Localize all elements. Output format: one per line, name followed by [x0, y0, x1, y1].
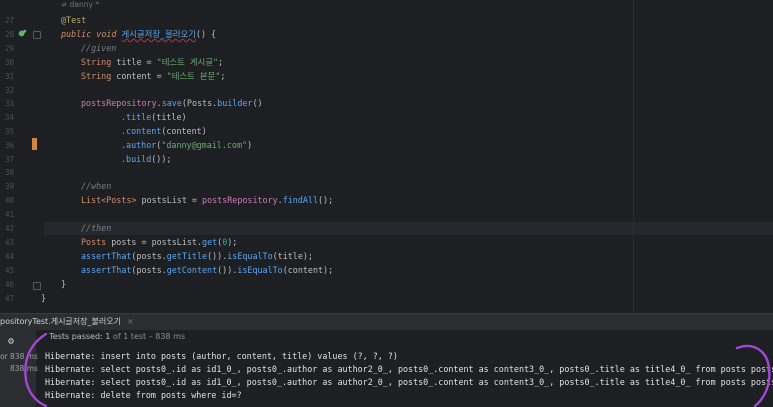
- code-line-28: public void 게시글저장_불러오기() {: [61, 29, 217, 39]
- line-number: 34: [4, 113, 14, 122]
- line-number: 37: [4, 155, 14, 164]
- run-test-icon[interactable]: [18, 29, 27, 38]
- line-number: 47: [4, 294, 14, 303]
- line-number: 46: [4, 280, 14, 289]
- code-line-46: }: [61, 279, 67, 289]
- change-marker: [32, 138, 37, 150]
- line-number: 33: [4, 99, 14, 108]
- code-line-37: .build());: [121, 154, 172, 164]
- line-number: 40: [4, 196, 14, 205]
- code-line-42: //then: [81, 223, 112, 233]
- line-number: 42: [4, 224, 14, 233]
- gear-icon[interactable]: ⚙: [8, 336, 14, 347]
- run-tab[interactable]: positoryTest.게시글저장_불러오기 ×: [0, 316, 134, 327]
- code-line-36: .author("danny@gmail.com"): [121, 140, 253, 150]
- code-line-45: assertThat(posts.getContent()).isEqualTo…: [81, 265, 334, 275]
- right-margin-guide: [633, 0, 634, 312]
- code-line-35: .content(content): [121, 126, 207, 136]
- line-number: 43: [4, 238, 14, 247]
- line-number: 39: [4, 182, 14, 191]
- code-line-43: Posts posts = postsList.get(0);: [81, 237, 238, 247]
- console-line: Hibernate: insert into posts (author, co…: [45, 351, 398, 361]
- console-line: Hibernate: select posts0_.id as id1_0_, …: [45, 377, 773, 387]
- code-line-33: postsRepository.save(Posts.builder(): [81, 98, 263, 108]
- close-tab-icon[interactable]: ×: [127, 317, 134, 326]
- code-editor[interactable]: 27 28 29 30 31 32 33 34 35 36 37 38 39 40 41 42 43 44 45 46…: [0, 0, 773, 312]
- code-line-31: String content = "테스트 본문";: [81, 71, 226, 81]
- line-number: 28: [4, 30, 14, 39]
- line-number: 32: [4, 86, 14, 95]
- test-time[interactable]: 838 ms: [10, 364, 38, 373]
- check-icon: ✔: [40, 332, 47, 341]
- line-number: 45: [4, 266, 14, 275]
- code-line-30: String title = "테스트 게시글";: [81, 57, 224, 67]
- code-line-29: //given: [81, 43, 117, 53]
- code-line-39: //when: [81, 181, 112, 191]
- code-line-27: @Test: [61, 15, 87, 25]
- test-status: ✔ Tests passed: 1 of 1 test – 838 ms: [40, 332, 186, 341]
- line-number: 41: [4, 210, 14, 219]
- line-number: 36: [4, 141, 14, 150]
- line-number: 35: [4, 127, 14, 136]
- code-line-40: List<Posts> postsList = postsRepository.…: [81, 195, 334, 205]
- console-line: Hibernate: select posts0_.id as id1_0_, …: [45, 364, 773, 374]
- code-line-34: .title(title): [121, 112, 187, 122]
- code-line-47: }: [41, 293, 47, 303]
- code-line-44: assertThat(posts.getTitle()).isEqualTo(t…: [81, 251, 313, 261]
- test-time[interactable]: or 838 ms: [0, 352, 38, 361]
- line-number: 38: [4, 168, 14, 177]
- line-number: 31: [4, 72, 14, 81]
- line-number: 44: [4, 252, 14, 261]
- current-line-highlight: [44, 222, 773, 235]
- line-number: 29: [4, 44, 14, 53]
- fold-toggle-icon[interactable]: [33, 31, 41, 39]
- fold-toggle-icon[interactable]: [33, 282, 41, 290]
- author-hint: ≠ danny *: [61, 0, 100, 9]
- line-number: 27: [4, 16, 14, 25]
- console-line: Hibernate: delete from posts where id=?: [45, 390, 242, 400]
- line-number: 30: [4, 58, 14, 67]
- run-tab-bar: positoryTest.게시글저장_불러오기 ×: [0, 313, 773, 330]
